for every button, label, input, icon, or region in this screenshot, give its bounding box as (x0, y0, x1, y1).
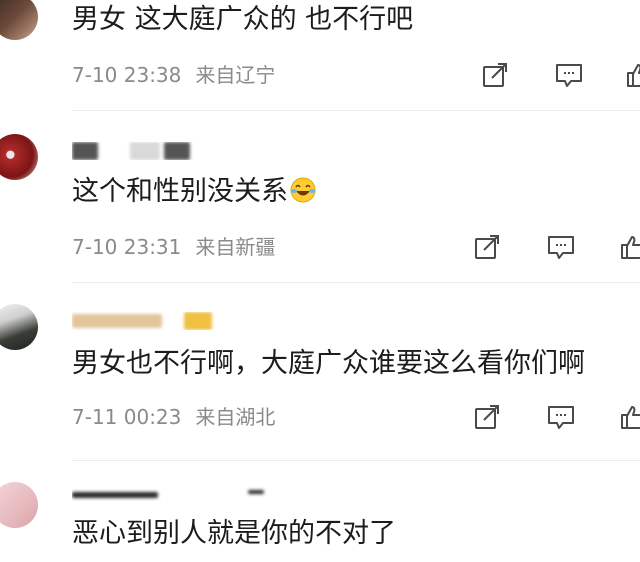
divider (72, 110, 640, 111)
username[interactable] (72, 312, 222, 330)
avatar[interactable] (0, 134, 38, 180)
divider (72, 282, 640, 283)
comment-text: 男女 这大庭广众的 也不行吧 (72, 4, 414, 35)
username[interactable] (72, 142, 202, 160)
avatar[interactable] (0, 482, 38, 528)
comment-text: 恶心到别人就是你的不对了 (72, 518, 396, 549)
redacted-username (72, 142, 98, 160)
redacted-username (248, 490, 264, 494)
comment-meta: 7-10 23:31 来自新疆 (72, 234, 275, 260)
laughing-tears-emoji (290, 177, 316, 203)
comment-meta: 7-10 23:38 来自辽宁 (72, 62, 275, 88)
comment-time: 7-10 23:31 (72, 235, 182, 259)
comment-icon (548, 236, 574, 259)
reply-button[interactable] (554, 60, 584, 90)
avatar[interactable] (0, 0, 38, 40)
comment-icon (548, 406, 574, 429)
like-button[interactable] (618, 402, 640, 432)
like-button[interactable] (624, 60, 640, 90)
comment-meta: 7-11 00:23 来自湖北 (72, 404, 275, 430)
comment-item: 恶心到别人就是你的不对了 (0, 464, 640, 562)
comment-location: 来自湖北 (195, 405, 276, 429)
share-button[interactable] (472, 232, 502, 262)
thumbs-up-icon (621, 406, 640, 429)
divider (72, 460, 640, 461)
comment-time: 7-11 00:23 (72, 405, 182, 429)
comment-item: 这个和性别没关系 7-10 23:31 来自新疆 (0, 112, 640, 284)
redacted-username (130, 142, 160, 160)
comment-icon (556, 64, 582, 87)
comment-item: 男女 这大庭广众的 也不行吧 7-10 23:38 来自辽宁 (0, 0, 640, 112)
comment-location: 来自新疆 (195, 235, 276, 259)
username[interactable] (72, 486, 272, 504)
vip-badge-icon (184, 312, 212, 330)
comment-text-content: 这个和性别没关系 (72, 176, 288, 207)
like-button[interactable] (618, 232, 640, 262)
redacted-username (72, 314, 162, 328)
redacted-username (72, 492, 158, 498)
share-icon (475, 235, 499, 259)
comment-text: 这个和性别没关系 (72, 174, 316, 210)
share-icon (475, 405, 499, 429)
share-button[interactable] (480, 60, 510, 90)
redacted-username (164, 142, 190, 160)
reply-button[interactable] (546, 232, 576, 262)
comment-text: 男女也不行啊，大庭广众谁要这么看你们啊 (72, 348, 585, 379)
comment-location: 来自辽宁 (195, 63, 276, 87)
comment-item: 男女也不行啊，大庭广众谁要这么看你们啊 7-11 00:23 来自湖北 (0, 284, 640, 464)
comment-time: 7-10 23:38 (72, 63, 182, 87)
thumbs-up-icon (627, 64, 640, 87)
avatar[interactable] (0, 304, 38, 350)
share-icon (483, 63, 507, 87)
share-button[interactable] (472, 402, 502, 432)
reply-button[interactable] (546, 402, 576, 432)
thumbs-up-icon (621, 236, 640, 259)
